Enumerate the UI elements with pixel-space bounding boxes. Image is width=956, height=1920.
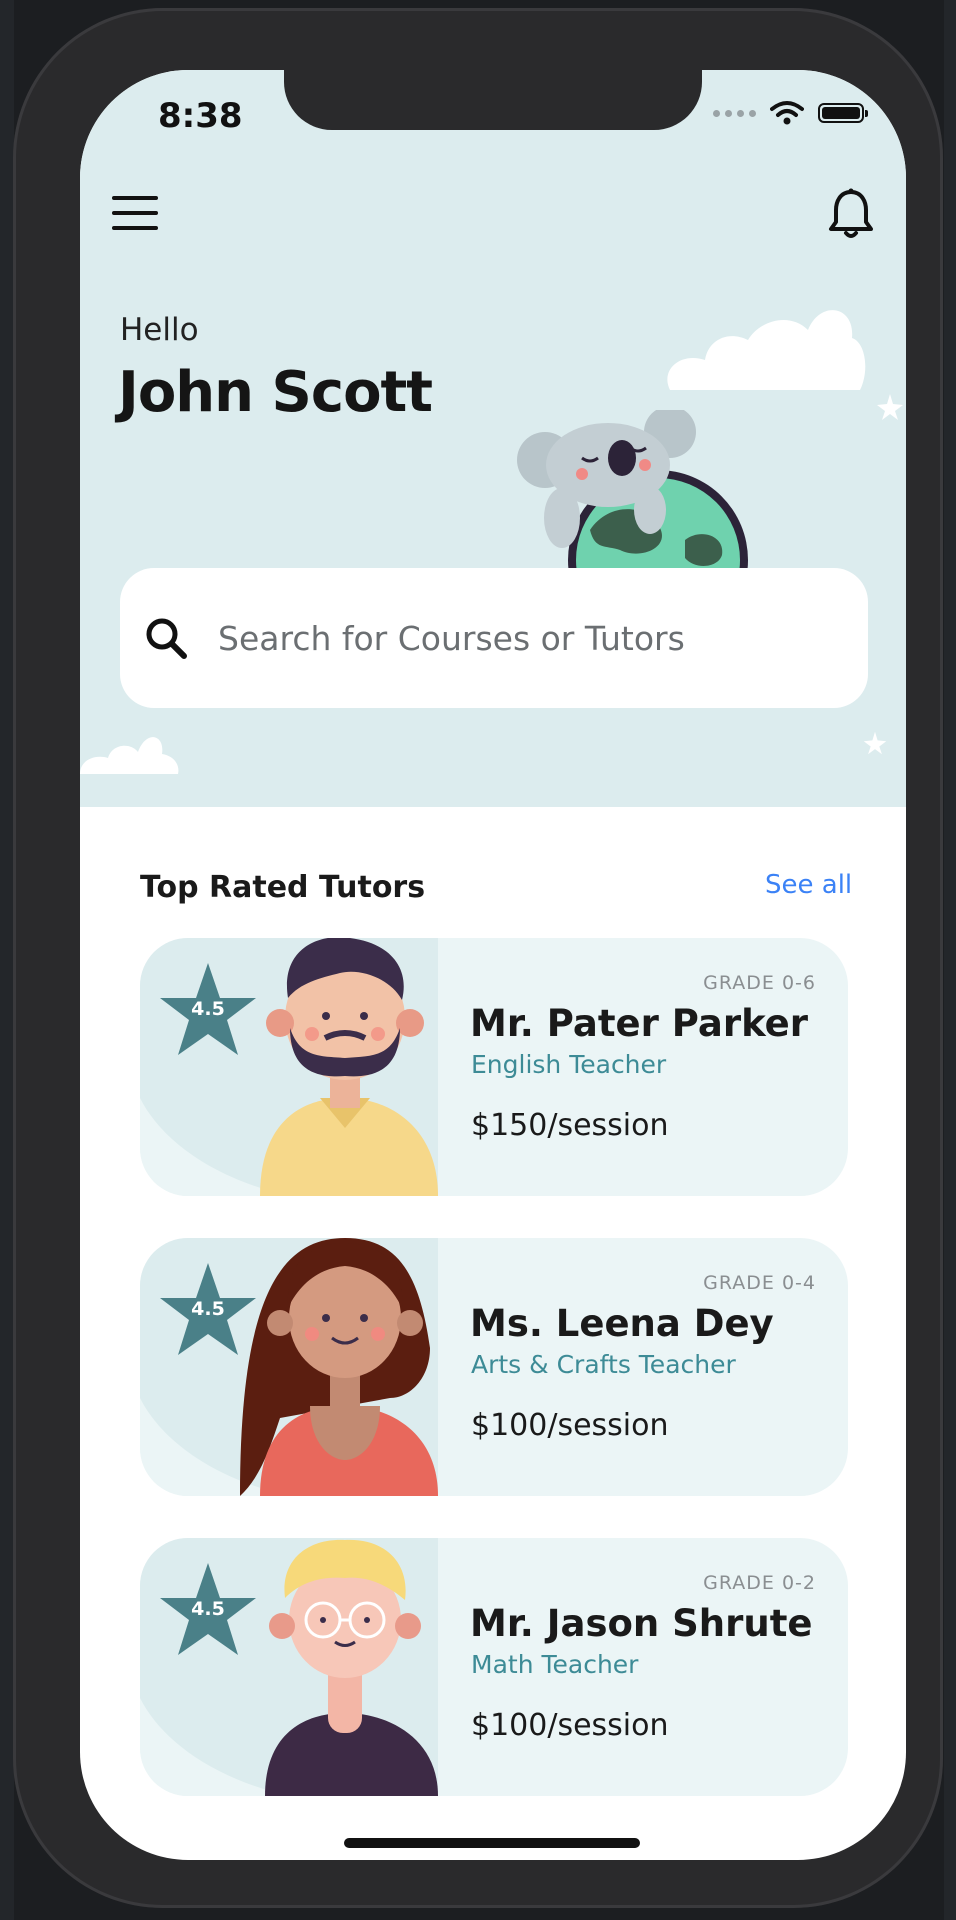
search-icon: [146, 618, 187, 659]
tutor-name: Mr. Pater Parker: [470, 1002, 809, 1045]
background-edge-left: [0, 0, 14, 1920]
grade-label: GRADE 0-6: [703, 972, 816, 994]
status-icons: [713, 100, 868, 126]
grade-label: GRADE 0-2: [703, 1572, 816, 1594]
hero-header: 8:38 Hello John Scott Search for Courses…: [80, 70, 906, 807]
grade-label: GRADE 0-4: [703, 1272, 816, 1294]
tutor-role: Math Teacher: [471, 1650, 639, 1679]
tutor-role: English Teacher: [471, 1050, 667, 1079]
search-placeholder: Search for Courses or Tutors: [218, 618, 685, 658]
tutor-card[interactable]: 4.5 GRADE 0-6 Mr. Pater Parker English T…: [140, 938, 848, 1196]
cloud-illustration: [80, 737, 179, 774]
phone-frame: 8:38 Hello John Scott Search for Courses…: [13, 8, 943, 1908]
tutor-price: $100/session: [471, 1408, 669, 1443]
hamburger-menu-icon[interactable]: [112, 196, 158, 232]
cloud-illustration: [667, 310, 866, 390]
star-sparkle-icon: [863, 731, 887, 755]
tutor-name: Ms. Leena Dey: [470, 1302, 774, 1345]
tutor-name: Mr. Jason Shrute: [470, 1602, 813, 1645]
battery-icon: [818, 103, 868, 123]
tutor-price: $100/session: [471, 1708, 669, 1743]
greeting-label: Hello: [120, 312, 199, 348]
see-all-link[interactable]: See all: [765, 870, 852, 900]
home-indicator[interactable]: [344, 1838, 640, 1848]
search-input[interactable]: Search for Courses or Tutors: [120, 568, 868, 708]
tutor-card[interactable]: 4.5 GRADE 0-4 Ms. Leena Dey Arts & Craft…: [140, 1238, 848, 1496]
rating-value: 4.5: [191, 1298, 225, 1320]
background-edge-right: [944, 0, 956, 1920]
signal-dots-icon: [713, 109, 756, 117]
app-screen: 8:38 Hello John Scott Search for Courses…: [80, 70, 906, 1860]
star-sparkle-icon: [877, 394, 903, 420]
bell-icon[interactable]: [828, 188, 874, 240]
koala-globe-illustration: [517, 410, 748, 570]
device-notch: [284, 70, 702, 130]
rating-value: 4.5: [191, 998, 225, 1020]
wifi-icon: [770, 101, 804, 125]
section-title: Top Rated Tutors: [140, 870, 426, 905]
tutor-card[interactable]: 4.5 GRADE 0-2 Mr. Jason Shrute Math Teac…: [140, 1538, 848, 1796]
status-time: 8:38: [158, 96, 243, 136]
tutor-price: $150/session: [471, 1108, 669, 1143]
tutor-role: Arts & Crafts Teacher: [471, 1350, 736, 1379]
rating-value: 4.5: [191, 1598, 225, 1620]
user-name-heading: John Scott: [118, 360, 433, 425]
